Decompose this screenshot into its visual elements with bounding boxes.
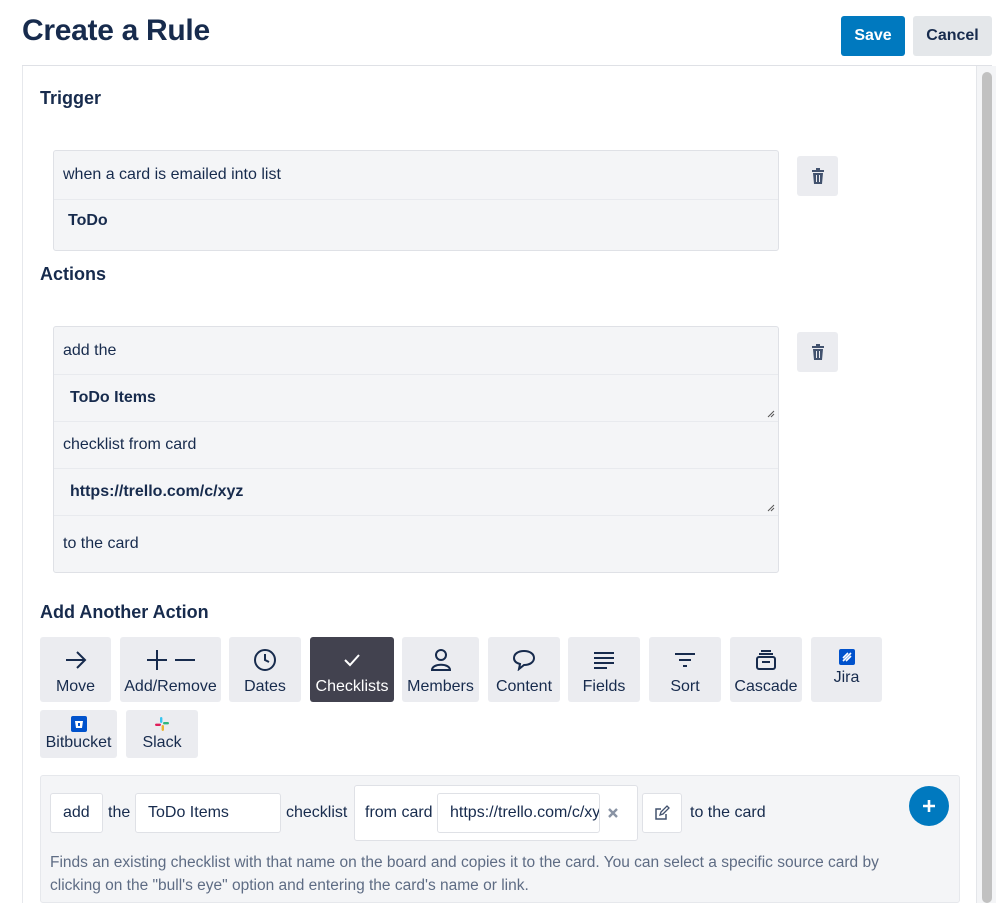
cancel-button[interactable]: Cancel [913, 16, 992, 56]
plus-icon [923, 800, 935, 812]
card-url-input[interactable]: https://trello.com/c/xyz [437, 793, 600, 833]
save-button[interactable]: Save [841, 16, 905, 56]
clock-icon [254, 649, 276, 671]
plus-minus-icon [146, 650, 195, 670]
clear-icon[interactable] [607, 807, 619, 819]
edit-icon [655, 805, 670, 820]
tile-label: Dates [244, 678, 286, 695]
trigger-section-title: Trigger [40, 88, 102, 108]
action-text-to: to the card [63, 535, 139, 552]
action-card-url-value: https://trello.com/c/xyz [70, 483, 244, 500]
panel-border [22, 66, 23, 903]
action-checklist-field[interactable]: ToDo Items [54, 375, 778, 422]
speech-bubble-icon [512, 649, 536, 671]
trash-icon [811, 168, 824, 184]
bitbucket-icon [70, 716, 87, 732]
tile-label: Checklists [315, 678, 389, 695]
check-icon [344, 654, 360, 667]
slack-icon [155, 717, 169, 731]
tile-label: Sort [670, 678, 700, 695]
resize-handle-icon[interactable] [766, 409, 775, 418]
scrollbar-thumb[interactable] [982, 72, 992, 903]
action-card-url-field[interactable]: https://trello.com/c/xyz [54, 469, 778, 516]
action-delete-button[interactable] [797, 332, 838, 372]
resize-handle-icon[interactable] [766, 503, 775, 512]
tile-slack[interactable]: Slack [126, 710, 198, 758]
tile-move[interactable]: Move [40, 637, 111, 702]
checklist-name-input[interactable]: ToDo Items [135, 793, 281, 833]
trigger-text: when a card is emailed into list [54, 151, 778, 200]
edit-button[interactable] [642, 793, 682, 833]
tile-label: Slack [142, 734, 182, 751]
action-checklist-value: ToDo Items [70, 389, 156, 406]
tile-label: Members [407, 678, 474, 695]
tile-jira[interactable]: Jira [811, 637, 882, 702]
from-card-label: from card [365, 804, 433, 821]
tile-content[interactable]: Content [488, 637, 560, 702]
tile-dates[interactable]: Dates [229, 637, 301, 702]
jira-icon [838, 649, 855, 665]
tile-cascade[interactable]: Cascade [730, 637, 802, 702]
action-box: add the ToDo Items checklist from card h… [53, 326, 779, 573]
header-divider [22, 65, 992, 66]
the-label: the [108, 804, 131, 821]
checklist-label: checklist [286, 804, 348, 821]
arrow-right-icon [65, 651, 86, 669]
cascade-icon [756, 650, 776, 670]
tile-label: Bitbucket [45, 734, 112, 751]
tile-label: Move [55, 678, 96, 695]
person-icon [430, 649, 451, 671]
tile-add-remove[interactable]: Add/Remove [120, 637, 221, 702]
tile-fields[interactable]: Fields [568, 637, 640, 702]
add-another-section-title: Add Another Action [40, 602, 209, 622]
tile-label: Fields [582, 678, 626, 695]
lines-icon [594, 652, 614, 669]
tile-label: Jira [833, 669, 860, 686]
tile-checklists[interactable]: Checklists [310, 637, 394, 702]
tile-label: Cascade [734, 678, 798, 695]
trigger-list-value[interactable]: ToDo [54, 200, 778, 242]
trash-icon [811, 344, 824, 360]
action-description: Finds an existing checklist with that na… [50, 854, 879, 894]
actions-section-title: Actions [40, 264, 107, 284]
header: Create a Rule Save Cancel [0, 0, 999, 66]
verb-select[interactable]: add [50, 793, 103, 833]
action-text-add: add the [54, 327, 778, 375]
trigger-box: when a card is emailed into list ToDo [53, 150, 779, 251]
action-text-from: checklist from card [54, 422, 778, 469]
sort-icon [675, 653, 695, 667]
tile-sort[interactable]: Sort [649, 637, 721, 702]
tile-label: Content [495, 678, 553, 695]
tile-label: Add/Remove [124, 678, 217, 695]
trigger-delete-button[interactable] [797, 156, 838, 196]
add-action-button[interactable] [909, 786, 949, 826]
tile-members[interactable]: Members [402, 637, 479, 702]
to-card-label: to the card [690, 804, 766, 821]
tile-bitbucket[interactable]: Bitbucket [40, 710, 117, 758]
page-title: Create a Rule [22, 14, 210, 47]
